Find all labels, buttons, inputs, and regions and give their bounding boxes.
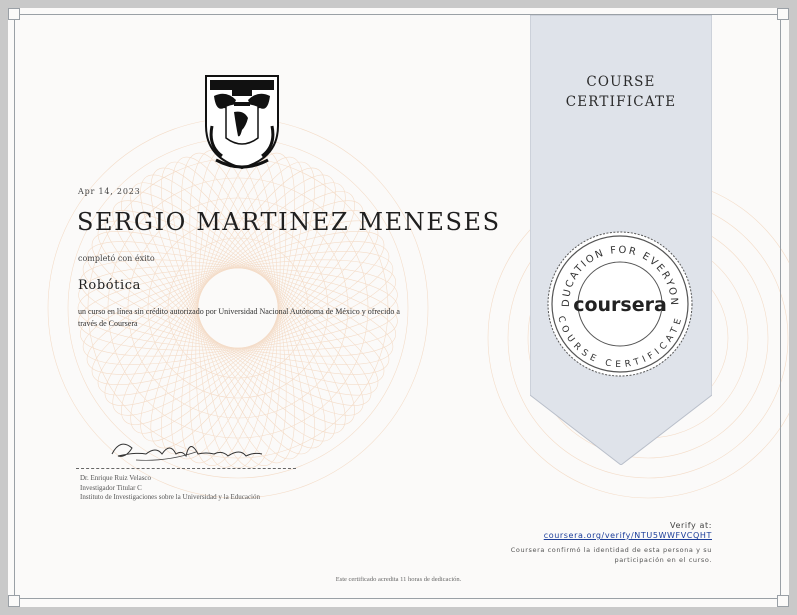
verification-block: Verify at: coursera.org/verify/NTU5WWFVC… xyxy=(544,521,712,541)
ribbon-title: COURSE CERTIFICATE xyxy=(530,72,712,112)
signatory-institute: Instituto de Investigaciones sobre la Un… xyxy=(80,493,261,501)
border-corner-top-left xyxy=(8,8,20,20)
issue-date: Apr 14, 2023 xyxy=(78,187,141,196)
signatory-name: Dr. Enrique Ruiz Velasco xyxy=(80,474,152,482)
border-corner-top-right xyxy=(777,8,789,20)
ribbon-title-line1: COURSE xyxy=(586,74,656,90)
ribbon-title-line2: CERTIFICATE xyxy=(565,94,677,110)
certificate-sheet: Apr 14, 2023 SERGIO MARTINEZ MENESES com… xyxy=(8,8,789,607)
course-description: un curso en línea sin crédito autorizado… xyxy=(78,307,400,328)
verify-link[interactable]: coursera.org/verify/NTU5WWFVCQHT xyxy=(544,531,712,540)
footer-hours-note: Este certificado acredita 11 horas de de… xyxy=(335,576,462,583)
signatory-block: Dr. Enrique Ruiz Velasco Investigador Ti… xyxy=(80,474,260,503)
coursera-badge: EDUCATION FOR EVERYONE COURSE CERTIFICAT… xyxy=(545,229,693,377)
signature-image xyxy=(111,443,263,461)
border-corner-bottom-right xyxy=(777,595,789,607)
unam-seal-logo xyxy=(205,75,279,170)
border-corner-bottom-left xyxy=(8,595,20,607)
signatory-title: Investigador Titular C xyxy=(80,483,142,492)
coursera-logo-text: coursera xyxy=(573,294,667,316)
certificate-page: Apr 14, 2023 SERGIO MARTINEZ MENESES com… xyxy=(0,0,797,615)
course-title: Robótica xyxy=(78,278,141,293)
signature-line xyxy=(76,468,296,469)
identity-confirmation-note: Coursera confirmó la identidad de esta p… xyxy=(510,546,712,564)
completed-label: completó con éxito xyxy=(78,254,155,263)
verify-label: Verify at: xyxy=(670,521,712,530)
recipient-name: SERGIO MARTINEZ MENESES xyxy=(77,208,501,236)
